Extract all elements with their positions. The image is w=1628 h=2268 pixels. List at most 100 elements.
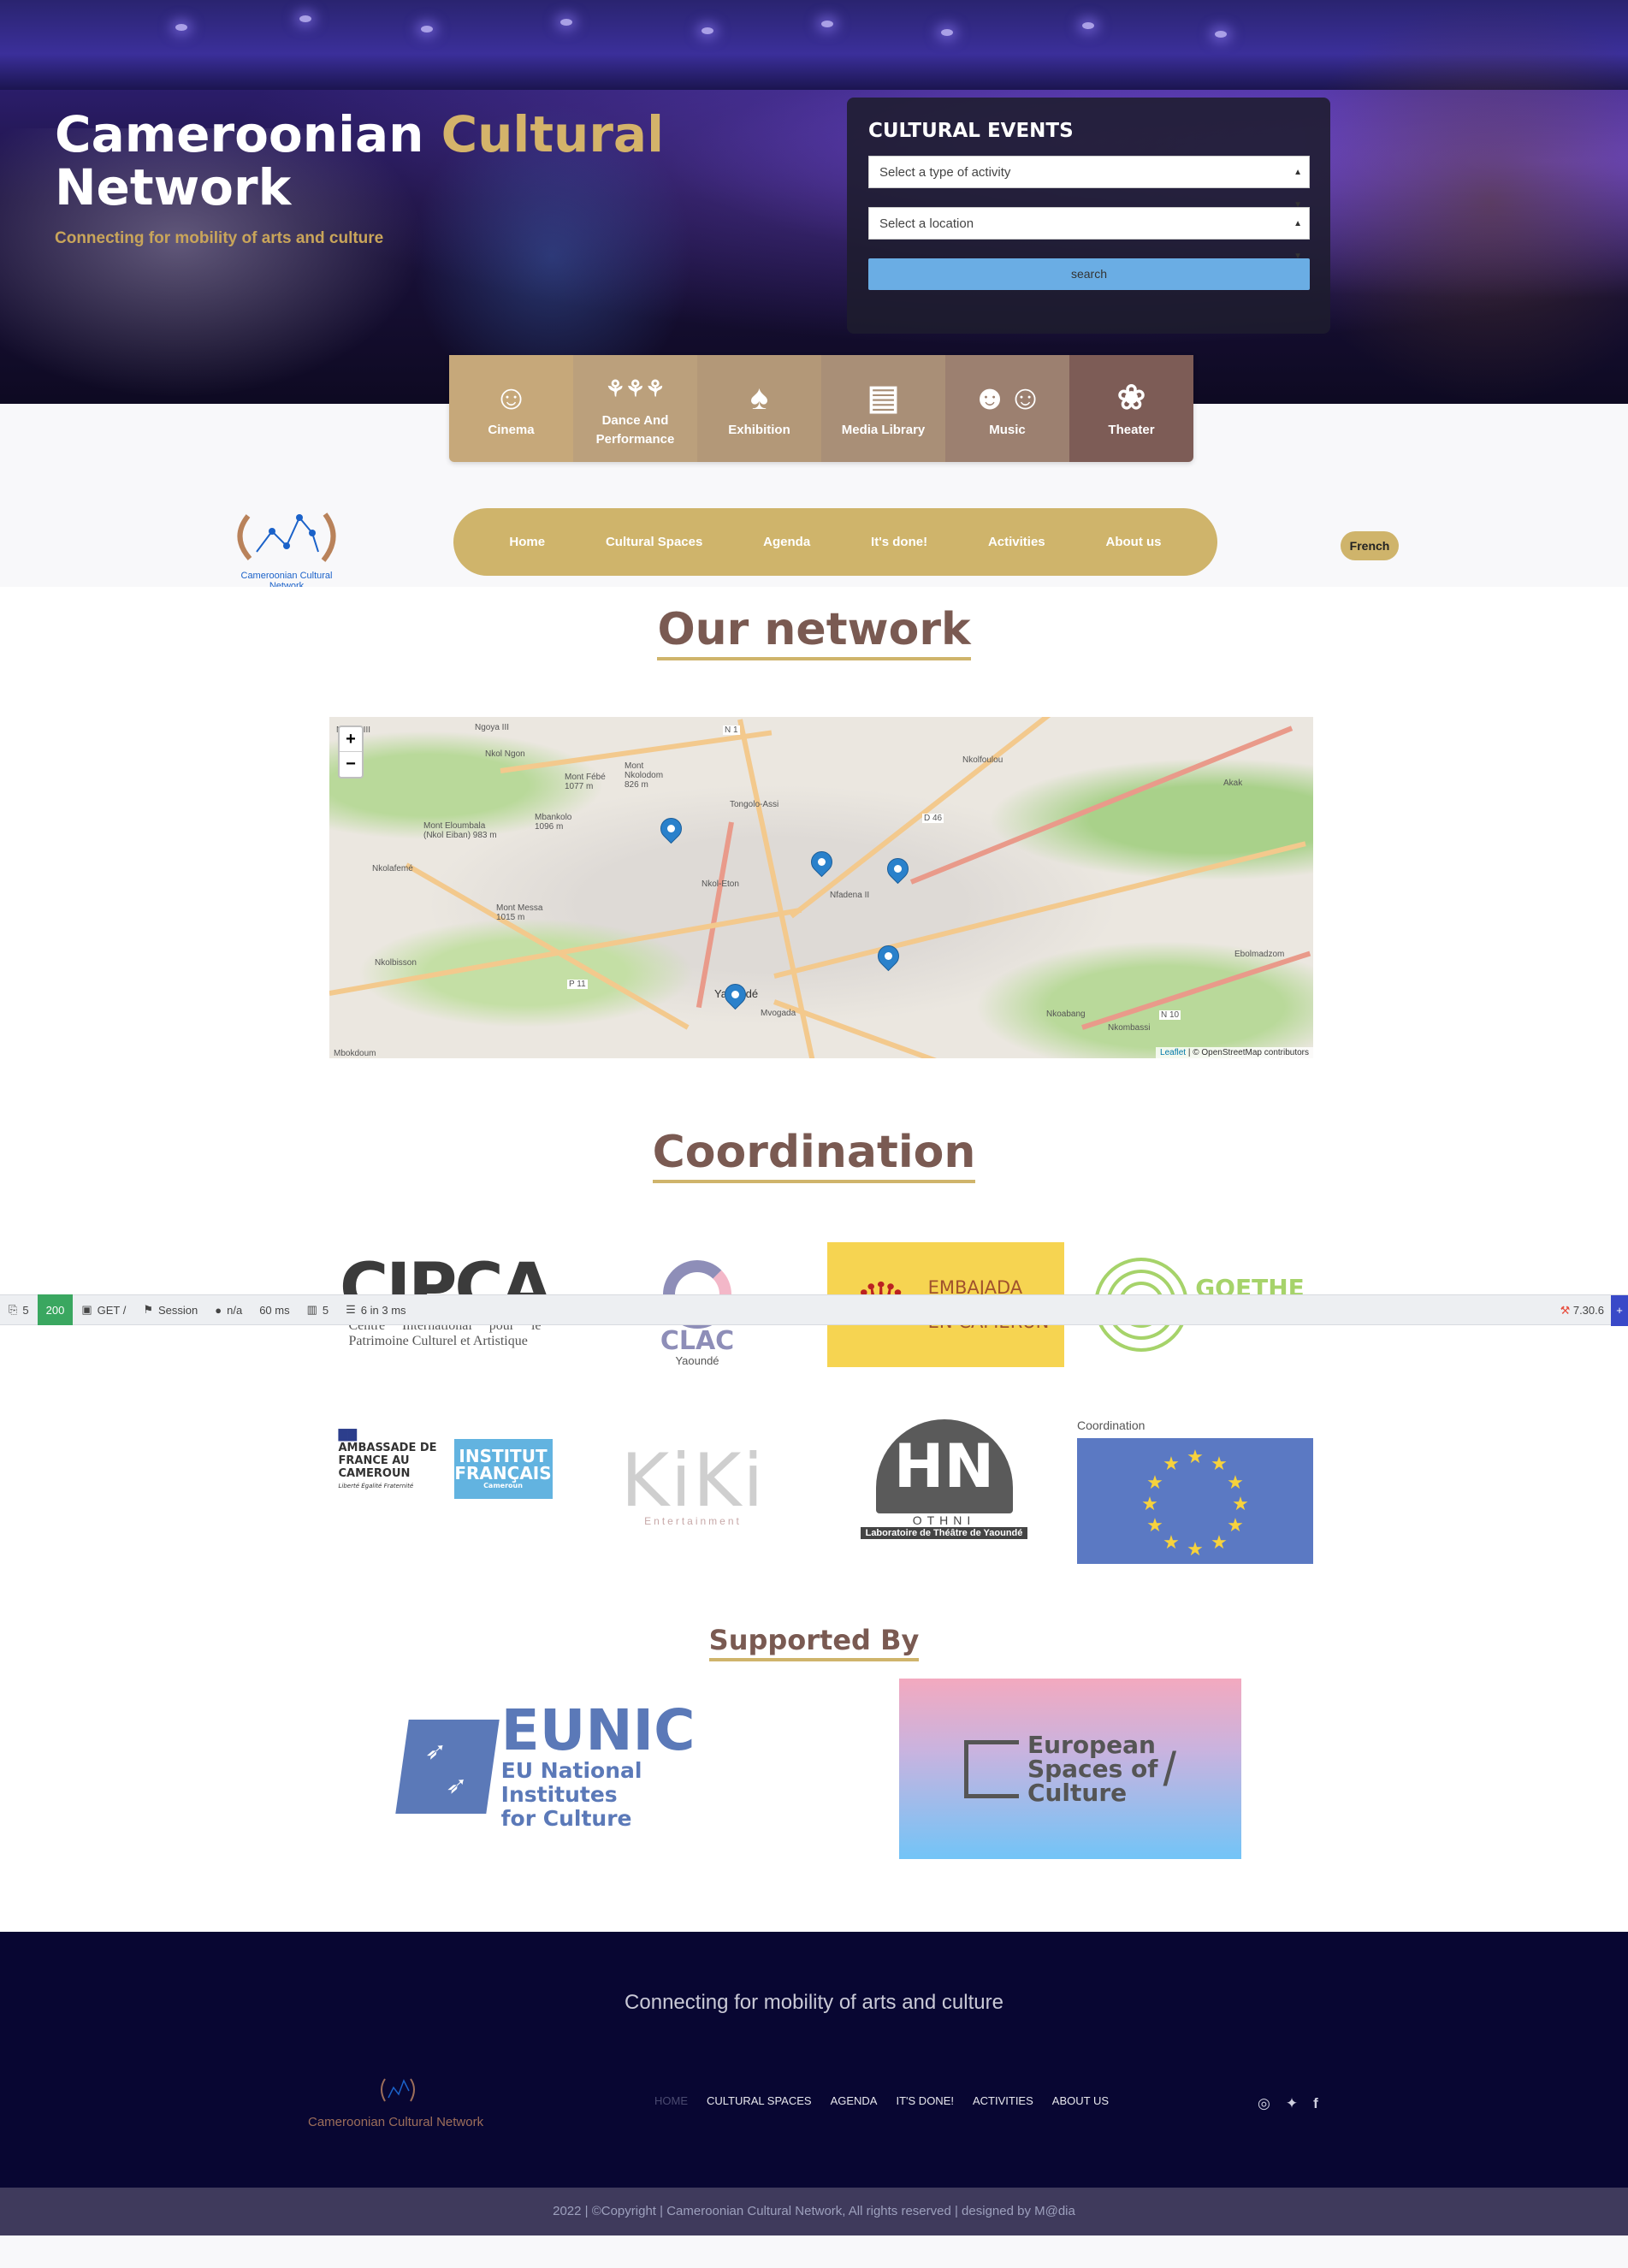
leaflet-link[interactable]: Leaflet bbox=[1160, 1048, 1186, 1057]
category-media-library[interactable]: ▤ Media Library bbox=[821, 355, 945, 462]
cultural-events-panel: CULTURAL EVENTS Select a type of activit… bbox=[847, 98, 1330, 334]
debug-version[interactable]: ⚒ 7.30.6 bbox=[1560, 1295, 1604, 1326]
esc-slash-icon: / bbox=[1163, 1742, 1177, 1796]
footer-nav: HOME CULTURAL SPACES AGENDA IT'S DONE! A… bbox=[654, 2094, 1109, 2107]
european-spaces-logo[interactable]: European Spaces of Culture / bbox=[899, 1679, 1241, 1859]
book-icon: ▤ bbox=[867, 378, 900, 417]
svg-text:★: ★ bbox=[1163, 1454, 1180, 1475]
views-icon: ▥ bbox=[306, 1303, 317, 1316]
debug-request[interactable]: ▣ GET / bbox=[73, 1294, 134, 1325]
marianne-flag-icon: ▇▇ bbox=[338, 1428, 358, 1442]
nav-agenda[interactable]: Agenda bbox=[763, 535, 810, 549]
debug-session[interactable]: ⚑ Session bbox=[134, 1294, 206, 1325]
category-strip: ☺ Cinema ⚘⚘⚘ Dance And Performance ♠ Exh… bbox=[449, 355, 1193, 462]
othni-hn-icon: HN bbox=[875, 1418, 1013, 1513]
map-marker-icon[interactable] bbox=[873, 940, 904, 978]
footer-nav-its-done[interactable]: IT'S DONE! bbox=[896, 2094, 954, 2107]
route-icon: ⎘ bbox=[9, 1303, 18, 1316]
zoom-out-button[interactable]: − bbox=[340, 752, 362, 777]
svg-text:★: ★ bbox=[1163, 1532, 1180, 1554]
svg-text:★: ★ bbox=[1232, 1494, 1249, 1515]
svg-text:★: ★ bbox=[1146, 1515, 1163, 1537]
twitter-icon[interactable]: ✦ bbox=[1286, 2095, 1298, 2112]
svg-text:★: ★ bbox=[1187, 1539, 1204, 1560]
map-marker-icon[interactable] bbox=[719, 979, 751, 1016]
svg-text:★: ★ bbox=[1187, 1447, 1204, 1468]
network-title: Our network bbox=[0, 604, 1628, 660]
instagram-icon[interactable]: ◎ bbox=[1258, 2095, 1270, 2112]
kiki-logo[interactable]: KiKi Entertainment bbox=[621, 1429, 764, 1536]
theater-mask-icon: ❀ bbox=[1116, 378, 1146, 417]
laravel-icon: ⚒ bbox=[1560, 1304, 1571, 1317]
events-heading: CULTURAL EVENTS bbox=[868, 120, 1074, 142]
othni-logo[interactable]: HN OTHNI Laboratoire de Théâtre de Yaoun… bbox=[840, 1416, 1048, 1542]
svg-text:★: ★ bbox=[1227, 1515, 1244, 1537]
category-exhibition[interactable]: ♠ Exhibition bbox=[697, 355, 821, 462]
eunic-birds-icon: ➶ ➶ bbox=[395, 1720, 500, 1814]
svg-text:★: ★ bbox=[1227, 1472, 1244, 1494]
music-masks-icon: ☻☺ bbox=[972, 378, 1043, 417]
hero-title: Cameroonian Cultural Network bbox=[55, 105, 664, 216]
user-icon: ● bbox=[215, 1303, 222, 1317]
hero-subtitle: Connecting for mobility of arts and cult… bbox=[55, 229, 384, 247]
supported-title: Supported By bbox=[0, 1624, 1628, 1661]
map-marker-icon[interactable] bbox=[655, 813, 687, 850]
search-button[interactable]: search bbox=[868, 258, 1310, 290]
cinema-mask-icon: ☺ bbox=[494, 378, 529, 417]
nav-cultural-spaces[interactable]: Cultural Spaces bbox=[606, 535, 702, 549]
location-select[interactable]: Select a location ▲ ▼ bbox=[868, 207, 1310, 261]
debug-user[interactable]: ● n/a bbox=[206, 1294, 251, 1325]
debug-time[interactable]: 60 ms bbox=[251, 1294, 298, 1325]
category-cinema[interactable]: ☺ Cinema bbox=[449, 355, 573, 462]
request-icon: ▣ bbox=[81, 1303, 92, 1316]
coordination-title: Coordination bbox=[0, 1127, 1628, 1183]
eunic-logo[interactable]: ➶ ➶ EUNIC EU National Institutes for Cul… bbox=[395, 1702, 744, 1831]
footer-tagline: Connecting for mobility of arts and cult… bbox=[625, 1991, 1003, 2014]
map-marker-icon[interactable] bbox=[882, 853, 914, 891]
debug-views[interactable]: ▥ 5 bbox=[299, 1294, 338, 1325]
social-links: ◎ ✦ f bbox=[1258, 2095, 1318, 2112]
debug-expand-button[interactable]: + bbox=[1611, 1295, 1628, 1326]
debug-status[interactable]: 200 bbox=[37, 1294, 74, 1325]
eu-stars-icon: ★ ★★ ★★★ ★★★ ★★★ bbox=[1141, 1447, 1249, 1560]
svg-text:★: ★ bbox=[1211, 1532, 1228, 1554]
debug-queries[interactable]: ☰ 6 in 3 ms bbox=[337, 1294, 414, 1325]
nav-about-us[interactable]: About us bbox=[1106, 535, 1162, 549]
category-music[interactable]: ☻☺ Music bbox=[945, 355, 1069, 462]
french-embassy-logo[interactable]: ▇▇ AMBASSADE DE FRANCE AU CAMEROUN Liber… bbox=[336, 1429, 554, 1514]
queries-icon: ☰ bbox=[346, 1303, 356, 1316]
network-map[interactable]: Ngoya III Ngoya III Nkol Ngon Mont Fébé … bbox=[329, 717, 1313, 1058]
map-marker-icon[interactable] bbox=[806, 846, 838, 884]
map-zoom-control: + − bbox=[338, 725, 364, 779]
language-button[interactable]: French bbox=[1341, 531, 1399, 560]
category-theater[interactable]: ❀ Theater bbox=[1069, 355, 1193, 462]
main-menu: Home Cultural Spaces Agenda It's done! A… bbox=[453, 508, 1217, 576]
footer-nav-cultural-spaces[interactable]: CULTURAL SPACES bbox=[707, 2094, 812, 2107]
footer-nav-about-us[interactable]: ABOUT US bbox=[1052, 2094, 1109, 2107]
map-attribution: Leaflet | © OpenStreetMap contributors bbox=[1156, 1047, 1313, 1058]
dance-icon: ⚘⚘⚘ bbox=[605, 375, 666, 401]
nav-its-done[interactable]: It's done! bbox=[871, 535, 927, 549]
footer-nav-activities[interactable]: ACTIVITIES bbox=[973, 2094, 1033, 2107]
svg-text:★: ★ bbox=[1146, 1472, 1163, 1494]
eu-caption: Coordination bbox=[1077, 1418, 1146, 1432]
nav-home[interactable]: Home bbox=[509, 535, 545, 549]
site-logo[interactable]: Cameroonian Cultural Network bbox=[222, 499, 351, 591]
facebook-icon[interactable]: f bbox=[1313, 2095, 1318, 2112]
category-dance[interactable]: ⚘⚘⚘ Dance And Performance bbox=[573, 355, 697, 462]
svg-text:★: ★ bbox=[1211, 1454, 1228, 1475]
footer-logo-caption: Cameroonian Cultural Network bbox=[308, 2115, 484, 2129]
copyright-bar: 2022 | ©Copyright | Cameroonian Cultural… bbox=[0, 2188, 1628, 2235]
footer-nav-agenda[interactable]: AGENDA bbox=[831, 2094, 878, 2107]
network-logo-icon bbox=[237, 512, 336, 562]
activity-type-select[interactable]: Select a type of activity ▲ ▼ bbox=[868, 156, 1310, 210]
eu-flag-logo[interactable]: ★ ★ ★ ★ ★ ★ ★ ★ ★ ★ ★ ★ bbox=[1077, 1438, 1313, 1564]
exhibition-mask-icon: ♠ bbox=[749, 378, 769, 417]
footer bbox=[0, 1932, 1628, 2188]
esc-bracket-icon bbox=[963, 1739, 1019, 1798]
nav-activities[interactable]: Activities bbox=[988, 535, 1045, 549]
footer-logo-icon[interactable] bbox=[376, 2072, 419, 2111]
footer-nav-home[interactable]: HOME bbox=[654, 2094, 688, 2107]
zoom-in-button[interactable]: + bbox=[340, 727, 362, 752]
debug-routes[interactable]: ⎘ 5 bbox=[0, 1294, 38, 1325]
